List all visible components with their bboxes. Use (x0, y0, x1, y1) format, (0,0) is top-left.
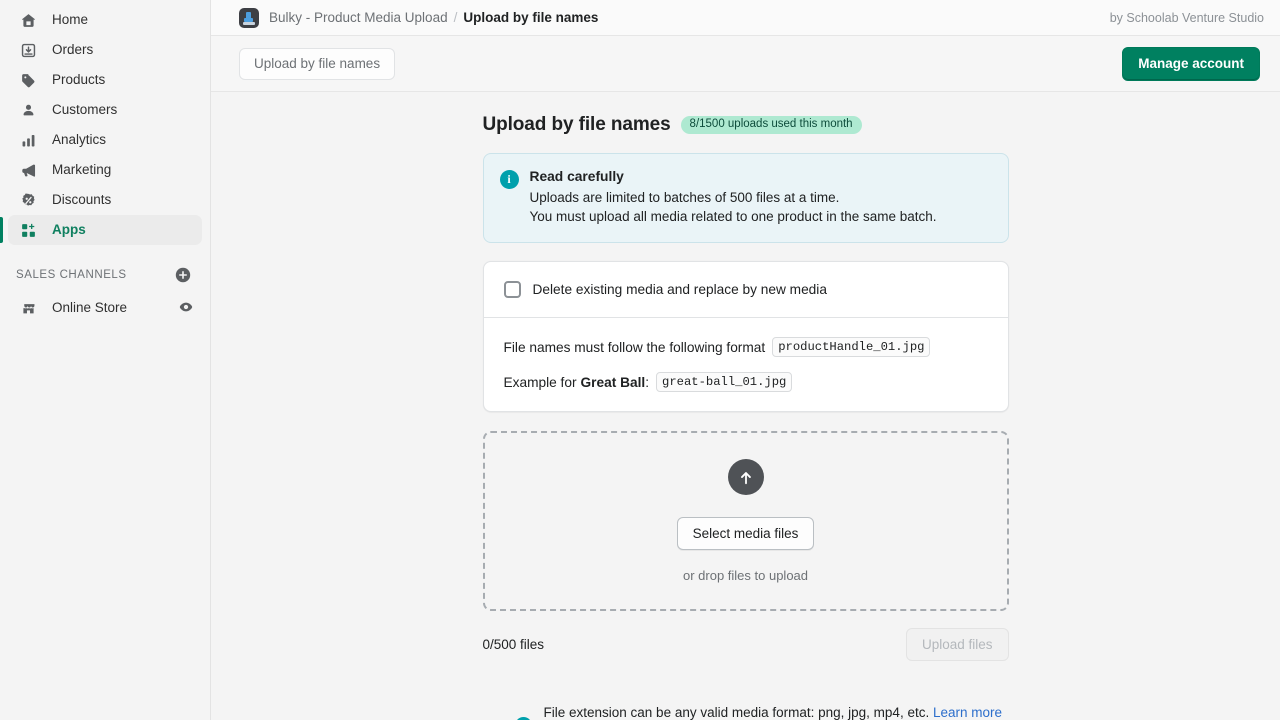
tab-label: Upload by file names (254, 56, 380, 71)
tab-upload-by-file-names[interactable]: Upload by file names (239, 48, 395, 80)
banner-line-2: You must upload all media related to one… (530, 207, 937, 226)
example-product-name: Great Ball (581, 375, 646, 390)
customers-icon (18, 100, 38, 120)
upload-files-button[interactable]: Upload files (906, 628, 1009, 661)
products-icon (18, 70, 38, 90)
format-rule-line: File names must follow the following for… (504, 337, 988, 357)
banner-title: Read carefully (530, 169, 937, 184)
breadcrumb-separator: / (454, 10, 458, 25)
sidebar-item-home[interactable]: Home (8, 5, 202, 35)
select-media-files-button[interactable]: Select media files (677, 517, 815, 550)
banner-body: Read carefully Uploads are limited to ba… (530, 169, 937, 226)
page-title: Upload by file names (483, 114, 671, 136)
sidebar-item-label: Analytics (52, 133, 106, 147)
example-code: great-ball_01.jpg (656, 372, 792, 392)
sidebar-item-label: Discounts (52, 193, 111, 207)
main-region: Bulky - Product Media Upload / Upload by… (211, 0, 1280, 720)
sidebar-item-apps[interactable]: Apps (8, 215, 202, 245)
delete-existing-media-checkbox[interactable] (504, 281, 521, 298)
file-dropzone[interactable]: Select media files or drop files to uplo… (483, 431, 1009, 611)
file-count-text: 0/500 files (483, 637, 545, 652)
content-area: Upload by file names 8/1500 uploads used… (211, 92, 1280, 720)
sidebar-item-online-store[interactable]: Online Store (8, 293, 202, 323)
orders-icon (18, 40, 38, 60)
sidebar: Home Orders Products Customers Analytics (0, 0, 211, 720)
drop-hint-text: or drop files to upload (683, 568, 808, 583)
manage-account-button[interactable]: Manage account (1122, 47, 1260, 81)
delete-existing-media-row[interactable]: Delete existing media and replace by new… (504, 281, 988, 298)
sidebar-item-label: Orders (52, 43, 93, 57)
app-root: Home Orders Products Customers Analytics (0, 0, 1280, 720)
note-body: File extension can be any valid media fo… (544, 703, 1003, 720)
eye-icon[interactable] (178, 299, 194, 318)
sales-channels-section-header: SALES CHANNELS (16, 261, 194, 289)
plus-circle-icon[interactable] (174, 266, 192, 284)
apps-icon (18, 220, 38, 240)
active-indicator (0, 217, 3, 243)
media-format-note: i File extension can be any valid media … (483, 703, 1009, 720)
example-prefix: Example for (504, 375, 577, 390)
delete-existing-media-section: Delete existing media and replace by new… (484, 262, 1008, 317)
app-topbar: Bulky - Product Media Upload / Upload by… (211, 0, 1280, 36)
sidebar-item-products[interactable]: Products (8, 65, 202, 95)
manage-account-label: Manage account (1138, 56, 1244, 71)
note-text: File extension can be any valid media fo… (544, 705, 933, 720)
upload-files-label: Upload files (922, 637, 993, 652)
discounts-icon (18, 190, 38, 210)
app-subbar: Upload by file names Manage account (211, 36, 1280, 92)
store-icon (18, 298, 38, 318)
sidebar-item-customers[interactable]: Customers (8, 95, 202, 125)
format-rule-text: File names must follow the following for… (504, 340, 766, 355)
analytics-icon (18, 130, 38, 150)
settings-card: Delete existing media and replace by new… (483, 261, 1009, 412)
home-icon (18, 10, 38, 30)
banner-line-1: Uploads are limited to batches of 500 fi… (530, 188, 937, 207)
bulky-app-icon (239, 8, 259, 28)
page-title-row: Upload by file names 8/1500 uploads used… (483, 114, 1009, 136)
example-suffix: : (645, 375, 649, 390)
sidebar-item-label: Apps (52, 223, 86, 237)
app-author: by Schoolab Venture Studio (1110, 11, 1264, 25)
format-example-line: Example for Great Ball : great-ball_01.j… (504, 372, 988, 392)
sidebar-item-marketing[interactable]: Marketing (8, 155, 202, 185)
read-carefully-banner: i Read carefully Uploads are limited to … (483, 153, 1009, 243)
naming-format-section: File names must follow the following for… (484, 317, 1008, 411)
sidebar-item-label: Customers (52, 103, 117, 117)
sidebar-item-label: Products (52, 73, 105, 87)
sidebar-item-label: Marketing (52, 163, 111, 177)
format-code: productHandle_01.jpg (772, 337, 930, 357)
info-icon: i (500, 170, 519, 189)
upload-arrow-icon (728, 459, 764, 495)
breadcrumb-current-page: Upload by file names (463, 10, 598, 25)
content-column: Upload by file names 8/1500 uploads used… (483, 114, 1009, 720)
usage-badge: 8/1500 uploads used this month (681, 116, 862, 135)
sidebar-item-label: Online Store (52, 301, 127, 315)
marketing-icon (18, 160, 38, 180)
sales-channels-title: SALES CHANNELS (16, 269, 127, 281)
sidebar-item-analytics[interactable]: Analytics (8, 125, 202, 155)
upload-footer-row: 0/500 files Upload files (483, 628, 1009, 661)
sidebar-item-label: Home (52, 13, 88, 27)
sidebar-item-discounts[interactable]: Discounts (8, 185, 202, 215)
breadcrumb-app-name[interactable]: Bulky - Product Media Upload (269, 10, 448, 25)
sidebar-item-orders[interactable]: Orders (8, 35, 202, 65)
delete-existing-media-label: Delete existing media and replace by new… (533, 282, 827, 297)
select-media-files-label: Select media files (693, 526, 799, 541)
